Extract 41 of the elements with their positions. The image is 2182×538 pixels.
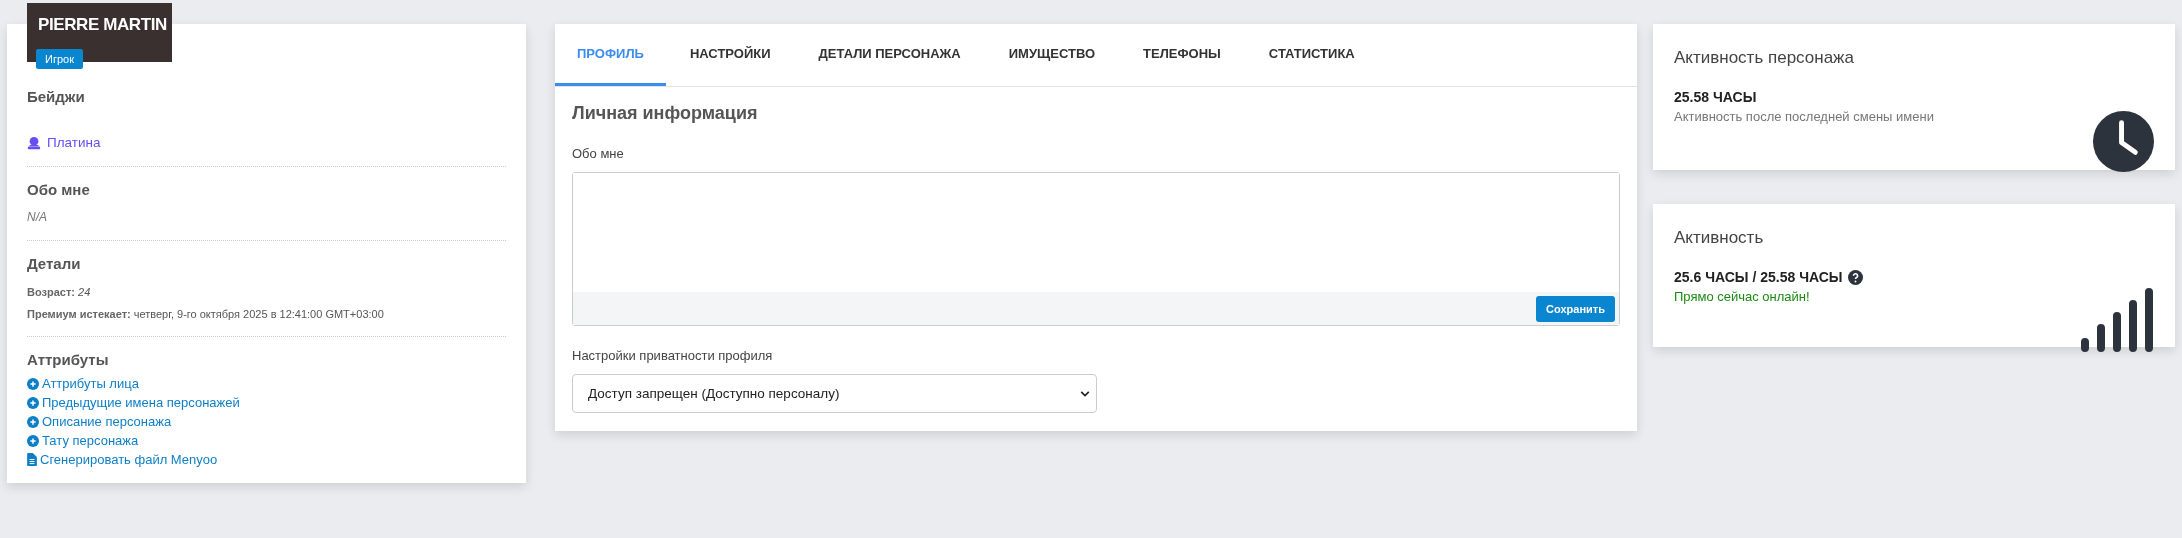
help-icon[interactable] — [1847, 269, 1863, 285]
panel-title: Личная информация — [572, 103, 759, 124]
section-title: Обо мне — [27, 181, 91, 198]
section-title: Детали — [27, 255, 82, 272]
field-label: Обо мне — [572, 146, 625, 161]
tab[interactable]: ДЕТАЛИ ПЕРСОНАЖА — [794, 24, 985, 86]
attribute-link[interactable]: Тату персонажа — [42, 433, 139, 448]
card-caption: Активность после последней смены имени — [1674, 109, 1934, 124]
file-icon — [27, 453, 37, 466]
section-title: Бейджи — [27, 88, 86, 105]
plus-icon — [27, 434, 39, 447]
attribute-link[interactable]: Предыдущие имена персонажей — [42, 395, 240, 410]
badge-link[interactable]: Платина — [47, 135, 101, 150]
tab[interactable]: ПРОФИЛЬ — [555, 24, 666, 86]
attribute-link[interactable]: Сгенерировать файл Menyoo — [40, 452, 218, 467]
plus-icon — [27, 377, 39, 390]
tab[interactable]: ИМУЩЕСТВО — [984, 24, 1120, 86]
signal-bars-icon — [2079, 288, 2155, 354]
card-title: Активность — [1674, 228, 1765, 248]
tab[interactable]: СТАТИСТИКА — [1244, 24, 1379, 86]
role-tag: Игрок — [36, 49, 83, 69]
online-status: Прямо сейчас онлайн! — [1674, 289, 1811, 304]
plus-icon — [27, 396, 39, 409]
about-editor[interactable]: Сохранить — [572, 172, 1620, 326]
attribute-link[interactable]: Описание персонажа — [42, 414, 172, 429]
privacy-dropdown[interactable]: Доступ запрещен (Доступно персоналу) — [572, 374, 1097, 413]
save-button[interactable]: Сохранить — [1536, 295, 1615, 322]
badge-icon — [27, 135, 41, 150]
about-text: N/A — [27, 210, 48, 224]
field-label: Настройки приватности профиля — [572, 348, 774, 363]
chevron-down-icon — [1080, 389, 1090, 398]
attribute-link[interactable]: Аттрибуты лица — [42, 376, 139, 391]
tab[interactable]: ТЕЛЕФОНЫ — [1119, 24, 1245, 86]
hours-value: 25.6 ЧАСЫ / 25.58 ЧАСЫ — [1674, 269, 1843, 285]
tab[interactable]: НАСТРОЙКИ — [665, 24, 795, 86]
card-title: Активность персонажа — [1674, 48, 1855, 68]
detail-line: Возраст: 24 — [27, 286, 92, 298]
section-title: Аттрибуты — [27, 351, 110, 368]
hours-value: 25.58 ЧАСЫ — [1674, 89, 1758, 105]
plus-icon — [27, 415, 39, 428]
detail-line: Премиум истекает: четверг, 9-го октября 2025 в 12:41:00 GMT+03:00 — [27, 308, 385, 320]
